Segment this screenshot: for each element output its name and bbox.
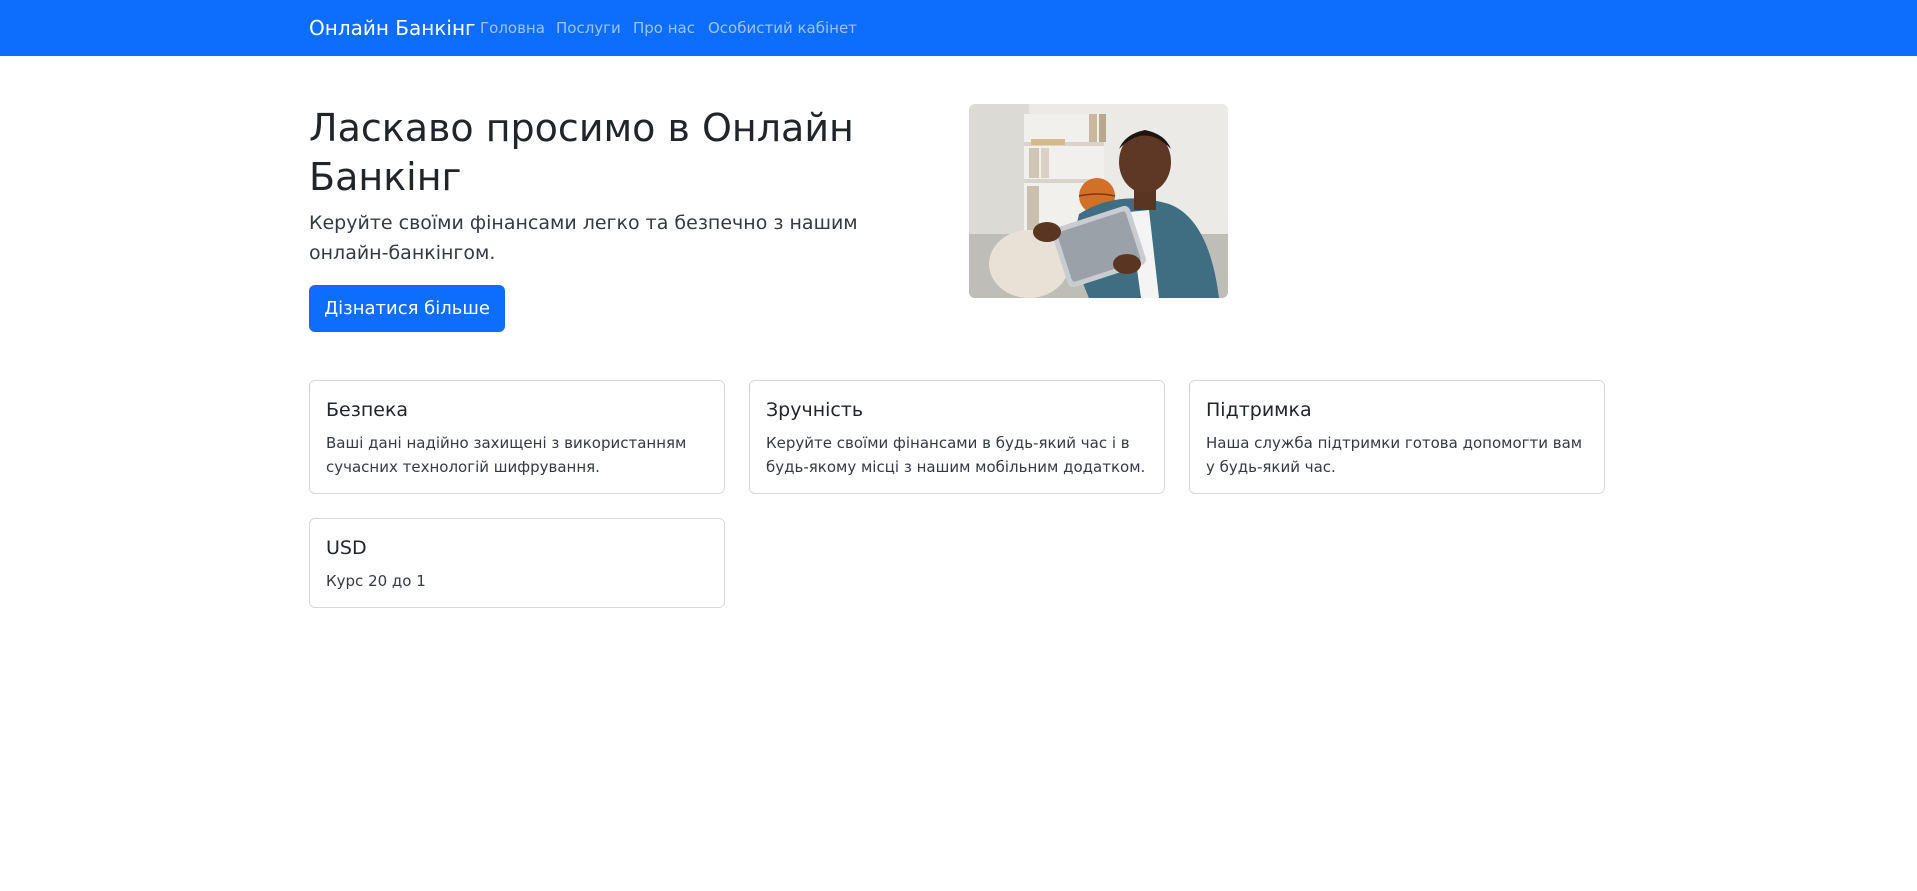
card-usd-rate: USD Курс 20 до 1 — [309, 518, 725, 608]
navbar: Онлайн Банкінг Головна Послуги Про нас О… — [0, 0, 1917, 56]
card-convenience: Зручність Керуйте своїми фінансами в буд… — [749, 380, 1165, 494]
hero-image — [969, 104, 1228, 298]
hero-lead: Керуйте своїми фінансами легко та безпеч… — [309, 212, 858, 264]
card-text: Курс 20 до 1 — [326, 572, 426, 590]
nav-link-about[interactable]: Про нас — [633, 18, 695, 38]
card-title: USD — [326, 537, 367, 559]
card-support: Підтримка Наша служба підтримки готова д… — [1189, 380, 1605, 494]
card-text: Керуйте своїми фінансами в будь-який час… — [766, 434, 1146, 476]
navbar-brand[interactable]: Онлайн Банкінг — [309, 15, 476, 41]
nav-link-account[interactable]: Особистий кабінет — [708, 18, 857, 38]
hero-title: Ласкаво просимо в Онлайн Банкінг — [309, 106, 854, 199]
card-text: Наша служба підтримки готова допомогти в… — [1206, 434, 1583, 476]
nav-link-home[interactable]: Головна — [480, 18, 545, 38]
card-title: Зручність — [766, 399, 864, 421]
nav-link-services[interactable]: Послуги — [556, 18, 621, 38]
learn-more-button[interactable]: Дізнатися більше — [309, 285, 505, 332]
card-text: Ваші дані надійно захищені з використанн… — [326, 434, 687, 476]
card-security: Безпека Ваші дані надійно захищені з вик… — [309, 380, 725, 494]
card-title: Безпека — [326, 399, 409, 421]
card-title: Підтримка — [1206, 399, 1312, 421]
